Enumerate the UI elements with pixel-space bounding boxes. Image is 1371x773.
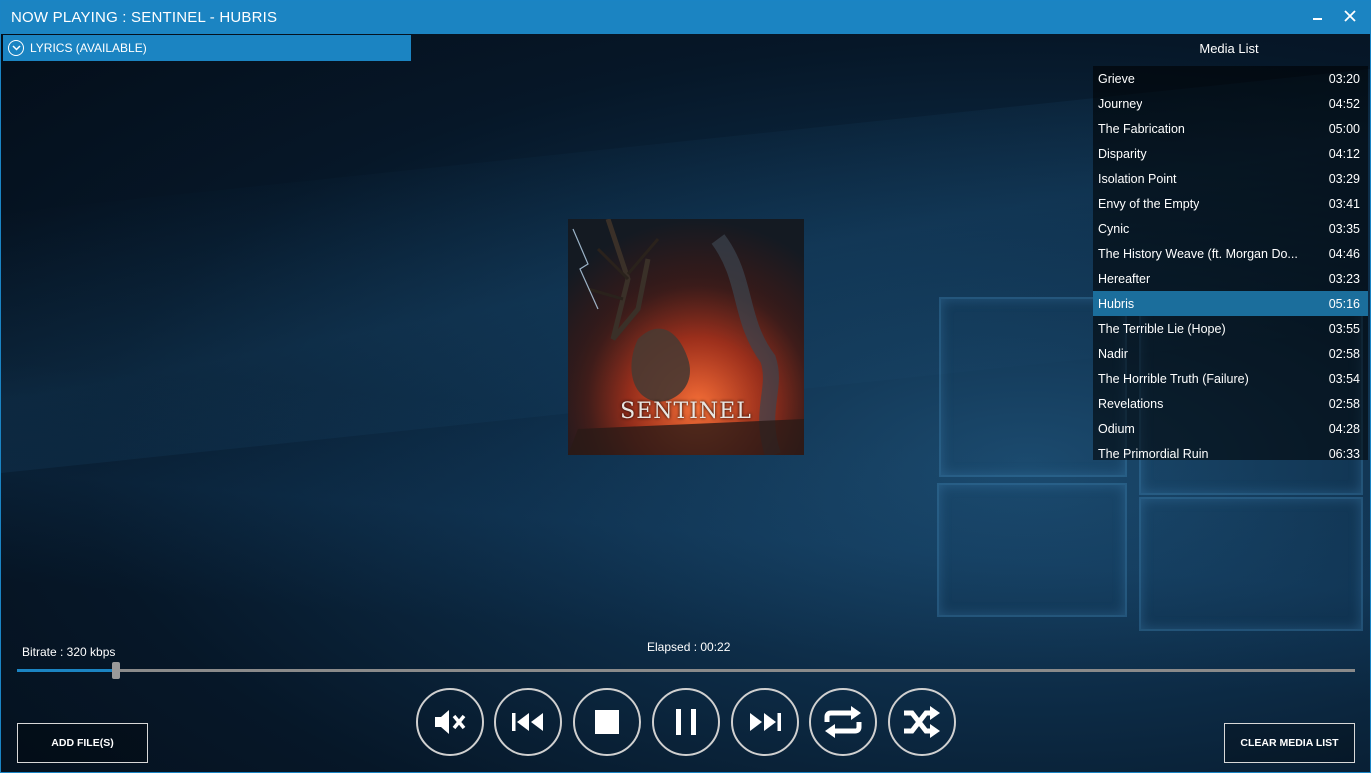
mute-button[interactable] [416, 688, 484, 756]
track-duration: 03:54 [1328, 371, 1360, 386]
mute-icon [435, 710, 466, 734]
media-list-item[interactable]: The Horrible Truth (Failure) 03:54 [1093, 366, 1368, 391]
track-title: The History Weave (ft. Morgan Do... [1098, 246, 1298, 261]
next-button[interactable] [731, 688, 799, 756]
track-title: Isolation Point [1098, 171, 1177, 186]
track-title: Nadir [1098, 346, 1128, 361]
chevron-down-circle-icon [8, 40, 24, 56]
seek-progress [17, 669, 116, 672]
track-duration: 03:35 [1328, 221, 1360, 236]
media-list-item[interactable]: Journey 04:52 [1093, 91, 1368, 116]
background-window-pane [1139, 497, 1363, 631]
previous-button[interactable] [494, 688, 562, 756]
media-list-item[interactable]: The History Weave (ft. Morgan Do... 04:46 [1093, 241, 1368, 266]
pause-button[interactable] [652, 688, 720, 756]
track-duration: 05:00 [1328, 121, 1360, 136]
media-list-item[interactable]: Disparity 04:12 [1093, 141, 1368, 166]
background-window-pane [937, 483, 1127, 617]
track-duration: 03:20 [1328, 71, 1360, 86]
repeat-button[interactable] [809, 688, 877, 756]
track-duration: 05:16 [1328, 296, 1360, 311]
next-icon [750, 713, 781, 731]
lyrics-toggle[interactable]: LYRICS (AVAILABLE) [3, 35, 411, 61]
track-title: Odium [1098, 421, 1135, 436]
track-duration: 03:41 [1328, 196, 1360, 211]
track-duration: 03:55 [1328, 321, 1360, 336]
track-duration: 04:12 [1328, 146, 1360, 161]
media-list-item[interactable]: The Fabrication 05:00 [1093, 116, 1368, 141]
track-title: The Terrible Lie (Hope) [1098, 321, 1226, 336]
stop-button[interactable] [573, 688, 641, 756]
track-title: Hubris [1098, 296, 1135, 311]
minimize-icon[interactable] [1307, 7, 1329, 29]
clear-media-list-button[interactable]: CLEAR MEDIA LIST [1224, 723, 1355, 763]
track-duration: 03:23 [1328, 271, 1360, 286]
add-files-button[interactable]: ADD FILE(S) [17, 723, 148, 763]
media-list-item[interactable]: Hereafter 03:23 [1093, 266, 1368, 291]
window-title: NOW PLAYING : SENTINEL - HUBRIS [11, 9, 278, 26]
track-title: Hereafter [1098, 271, 1151, 286]
track-duration: 04:28 [1328, 421, 1360, 436]
track-duration: 02:58 [1328, 396, 1360, 411]
track-title: Cynic [1098, 221, 1130, 236]
media-list-title: Media List [1199, 41, 1259, 56]
track-title: Envy of the Empty [1098, 196, 1200, 211]
elapsed-label: Elapsed : 00:22 [647, 640, 731, 654]
lyrics-label: LYRICS (AVAILABLE) [30, 41, 147, 55]
album-art-logo: SENTINEL [620, 399, 752, 424]
close-icon[interactable] [1339, 7, 1361, 29]
media-list-item[interactable]: The Primordial Ruin 06:33 [1093, 441, 1368, 461]
stop-icon [595, 710, 619, 734]
previous-icon [512, 713, 543, 731]
media-list-item[interactable]: Odium 04:28 [1093, 416, 1368, 441]
track-duration: 06:33 [1328, 446, 1360, 461]
shuffle-icon [904, 706, 940, 738]
media-list[interactable]: Grieve 03:20 Journey 04:52 The Fabrication 05… [1093, 66, 1368, 460]
media-list-item[interactable]: Envy of the Empty 03:41 [1093, 191, 1368, 216]
bitrate-label: Bitrate : 320 kbps [22, 645, 116, 659]
track-title: Disparity [1098, 146, 1147, 161]
player-window: NOW PLAYING : SENTINEL - HUBRIS LYRICS (… [0, 0, 1371, 773]
track-duration: 02:58 [1328, 346, 1360, 361]
track-duration: 03:29 [1328, 171, 1360, 186]
track-title: Revelations [1098, 396, 1164, 411]
media-list-item[interactable]: Revelations 02:58 [1093, 391, 1368, 416]
album-art: SENTINEL [568, 219, 804, 455]
track-title: The Fabrication [1098, 121, 1185, 136]
pause-icon [676, 709, 696, 735]
media-list-item[interactable]: Isolation Point 03:29 [1093, 166, 1368, 191]
shuffle-button[interactable] [888, 688, 956, 756]
track-title: The Primordial Ruin [1098, 446, 1209, 461]
track-duration: 04:46 [1328, 246, 1360, 261]
title-bar: NOW PLAYING : SENTINEL - HUBRIS [1, 1, 1370, 34]
media-list-item[interactable]: Hubris 05:16 [1093, 291, 1368, 316]
track-duration: 04:52 [1328, 96, 1360, 111]
track-title: Grieve [1098, 71, 1135, 86]
seek-bar[interactable] [17, 662, 1355, 679]
track-title: Journey [1098, 96, 1143, 111]
repeat-icon [824, 706, 862, 738]
seek-thumb[interactable] [112, 662, 120, 679]
media-list-item[interactable]: Grieve 03:20 [1093, 66, 1368, 91]
track-title: The Horrible Truth (Failure) [1098, 371, 1249, 386]
media-list-item[interactable]: Nadir 02:58 [1093, 341, 1368, 366]
media-list-item[interactable]: Cynic 03:35 [1093, 216, 1368, 241]
media-list-item[interactable]: The Terrible Lie (Hope) 03:55 [1093, 316, 1368, 341]
